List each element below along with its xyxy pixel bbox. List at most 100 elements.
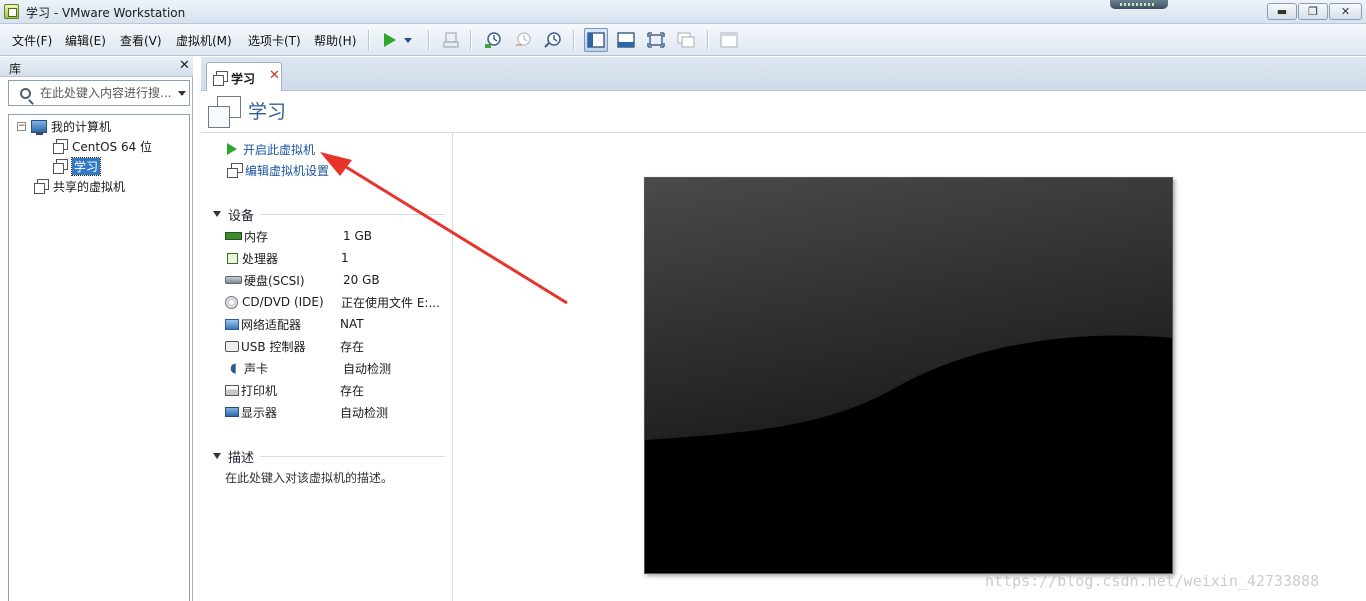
collapse-icon[interactable]: − (17, 121, 26, 131)
tree-item-xuexi[interactable]: 学习 (53, 156, 102, 176)
device-value: NAT (340, 317, 364, 331)
title-grip (1110, 0, 1168, 9)
show-library-icon[interactable] (584, 28, 608, 52)
snapshot-manager-icon[interactable] (541, 28, 565, 52)
device-row[interactable]: 打印机 存在 (225, 380, 450, 400)
tree-label-selected: 学习 (70, 156, 102, 176)
menu-bar: 文件(F) 编辑(E) 查看(V) 虚拟机(M) 选项卡(T) 帮助(H) (0, 24, 1366, 56)
power-on-label: 开启此虚拟机 (243, 142, 316, 157)
vm-icon (213, 71, 228, 86)
fullscreen-icon[interactable] (644, 28, 668, 52)
window-title: 学习 - VMware Workstation (26, 6, 186, 20)
settings-icon (227, 163, 243, 178)
tree-label: CentOS 64 位 (72, 139, 153, 154)
device-value: 20 GB (343, 273, 380, 287)
unity-icon[interactable] (674, 28, 698, 52)
close-window-button[interactable]: ✕ (1329, 3, 1362, 20)
play-icon (227, 143, 237, 155)
power-on-vm-link[interactable]: 开启此虚拟机 (227, 140, 315, 158)
memory-icon (225, 232, 242, 240)
vm-screen-thumbnail[interactable] (644, 177, 1173, 574)
usb-controller-icon (225, 340, 239, 352)
device-value: 1 (341, 251, 349, 265)
tab-strip: 学习 ✕ (201, 57, 1366, 91)
snapshot-take-icon[interactable] (481, 28, 505, 52)
toolbar-separator (573, 30, 574, 50)
menu-view[interactable]: 查看(V) (120, 32, 162, 49)
device-name: 硬盘(SCSI) (244, 273, 305, 288)
device-row[interactable]: 网络适配器 NAT (225, 314, 450, 334)
toolbar-separator (428, 30, 429, 50)
watermark: https://blog.csdn.net/weixin_42733888 (985, 572, 1320, 590)
device-name: CD/DVD (IDE) (242, 295, 324, 309)
edit-settings-label: 编辑虚拟机设置 (245, 163, 330, 178)
printer-icon (225, 384, 239, 396)
snapshot-revert-icon[interactable] (511, 28, 535, 52)
menu-edit[interactable]: 编辑(E) (65, 32, 106, 49)
device-name: 内存 (244, 229, 269, 244)
vm-icon (53, 139, 68, 154)
description-placeholder[interactable]: 在此处键入对该虚拟机的描述。 (225, 469, 393, 486)
sound-card-icon: ◖ (230, 360, 237, 376)
library-tree: − 我的计算机 CentOS 64 位 学习 共享的虚拟机 (8, 114, 190, 601)
menu-vm[interactable]: 虚拟机(M) (176, 32, 232, 49)
tree-label: 我的计算机 (51, 119, 112, 134)
search-dropdown-icon[interactable] (178, 91, 186, 96)
shared-vm-icon (34, 179, 49, 194)
vm-large-icon (208, 96, 241, 128)
devices-section-header[interactable]: 设备 (213, 205, 445, 224)
tree-item-centos[interactable]: CentOS 64 位 (53, 137, 152, 155)
send-ctrl-alt-del-icon[interactable] (439, 28, 463, 52)
search-icon (20, 88, 31, 99)
vm-icon (53, 159, 68, 174)
processor-icon (227, 252, 238, 264)
device-value: 存在 (340, 383, 365, 398)
device-value: 存在 (340, 339, 365, 354)
minimize-button[interactable]: ▬ (1267, 3, 1297, 20)
section-divider (260, 455, 445, 457)
device-value: 1 GB (343, 229, 372, 243)
library-close-icon[interactable]: ✕ (179, 58, 190, 73)
power-on-icon[interactable] (378, 28, 402, 52)
edit-vm-settings-link[interactable]: 编辑虚拟机设置 (227, 161, 329, 179)
collapse-triangle-icon[interactable] (213, 211, 221, 217)
section-divider (260, 213, 445, 215)
vm-header: 学习 (201, 91, 1366, 133)
library-header: 库 ✕ (0, 57, 193, 77)
toolbar-separator (707, 30, 708, 50)
power-dropdown-icon[interactable] (400, 28, 416, 52)
menu-file[interactable]: 文件(F) (12, 32, 52, 49)
device-value: 自动检测 (343, 361, 392, 376)
cd-dvd-icon (225, 295, 238, 309)
restore-button[interactable]: ❐ (1298, 3, 1328, 20)
display-icon (225, 407, 239, 417)
library-search-box[interactable] (8, 80, 190, 106)
tab-xuexi[interactable]: 学习 ✕ (206, 62, 282, 91)
device-name: 声卡 (244, 361, 269, 376)
vm-title: 学习 (248, 101, 287, 123)
show-thumbnail-icon[interactable] (614, 28, 638, 52)
device-row[interactable]: 内存 1 GB (225, 226, 450, 246)
device-row[interactable]: 显示器 自动检测 (225, 402, 450, 422)
devices-section-title: 设备 (228, 208, 255, 224)
device-name: USB 控制器 (241, 339, 306, 354)
console-view-icon[interactable] (717, 28, 741, 52)
device-row[interactable]: 处理器 1 (225, 248, 450, 268)
device-row[interactable]: ◖ 声卡 自动检测 (225, 358, 450, 378)
device-value: 正在使用文件 E:... (341, 295, 440, 310)
network-adapter-icon (225, 318, 239, 330)
vmware-app-icon (4, 4, 19, 19)
tree-item-shared-vms[interactable]: 共享的虚拟机 (34, 177, 125, 195)
device-value: 自动检测 (340, 405, 389, 420)
tree-item-my-computer[interactable]: − 我的计算机 (17, 117, 111, 135)
menu-tabs[interactable]: 选项卡(T) (248, 32, 301, 49)
description-section-title: 描述 (228, 450, 255, 466)
description-section-header[interactable]: 描述 (213, 447, 445, 466)
menu-help[interactable]: 帮助(H) (314, 32, 356, 49)
device-row[interactable]: USB 控制器 存在 (225, 336, 450, 356)
library-search-input[interactable] (40, 85, 172, 101)
device-row[interactable]: 硬盘(SCSI) 20 GB (225, 270, 450, 290)
collapse-triangle-icon[interactable] (213, 453, 221, 459)
device-row[interactable]: CD/DVD (IDE) 正在使用文件 E:... (225, 292, 450, 312)
tab-close-icon[interactable]: ✕ (269, 68, 280, 83)
